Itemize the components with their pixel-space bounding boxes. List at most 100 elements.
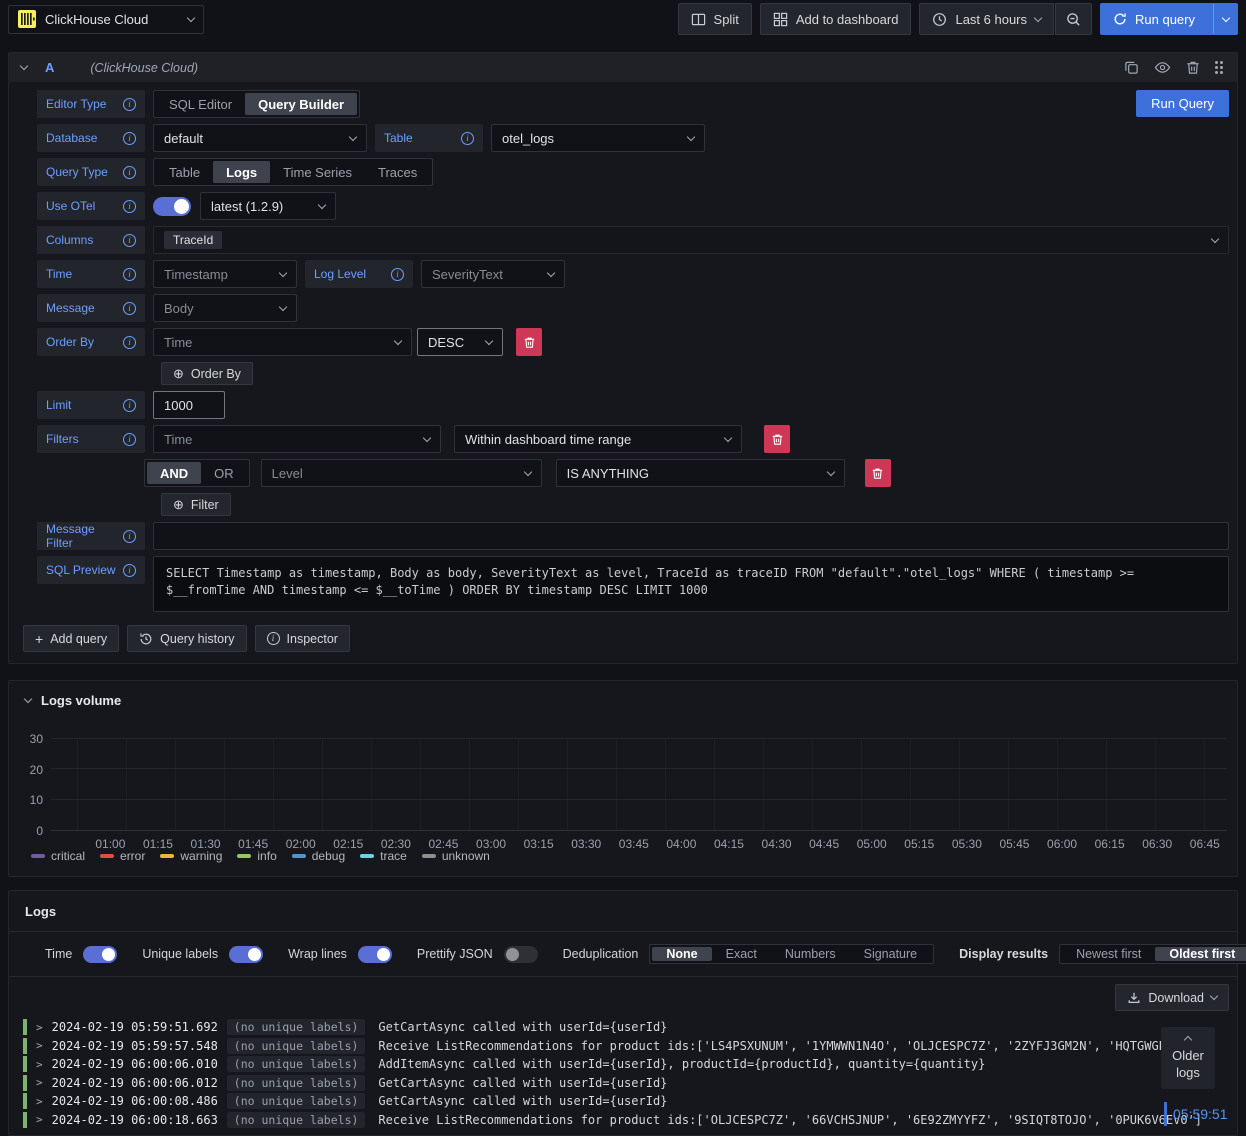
delete-query-icon[interactable] bbox=[1186, 60, 1200, 75]
inspector-button[interactable]: i Inspector bbox=[254, 625, 350, 652]
filter-field-select[interactable]: Time bbox=[153, 425, 441, 453]
option-oldest-first[interactable]: Oldest first bbox=[1155, 947, 1246, 961]
run-query-dropdown[interactable] bbox=[1213, 4, 1237, 34]
info-icon[interactable]: i bbox=[123, 301, 136, 315]
column-chip-traceid[interactable]: TraceId bbox=[164, 231, 223, 249]
info-icon[interactable]: i bbox=[123, 131, 136, 145]
message-filter-input[interactable] bbox=[153, 522, 1229, 550]
log-row[interactable]: >2024-02-19 06:00:08.486 (no unique label… bbox=[23, 1092, 1237, 1111]
option-or[interactable]: OR bbox=[201, 462, 247, 484]
expand-row-icon[interactable]: > bbox=[36, 1058, 43, 1071]
log-row[interactable]: >2024-02-19 06:00:18.663 (no unique label… bbox=[23, 1111, 1237, 1130]
option-sql-editor[interactable]: SQL Editor bbox=[156, 93, 245, 115]
datasource-picker[interactable]: ClickHouse Cloud bbox=[8, 4, 204, 34]
duplicate-query-icon[interactable] bbox=[1124, 60, 1139, 75]
option-exact[interactable]: Exact bbox=[712, 947, 771, 961]
filter-operator-select[interactable]: Within dashboard time range bbox=[454, 425, 742, 453]
time-label: Time i bbox=[37, 260, 145, 288]
option-newest-first[interactable]: Newest first bbox=[1062, 947, 1155, 961]
legend-item-info[interactable]: info bbox=[237, 849, 277, 863]
prettify-json-toggle[interactable] bbox=[503, 945, 538, 963]
info-icon[interactable]: i bbox=[123, 267, 136, 281]
log-level-column-select[interactable]: SeverityText bbox=[421, 260, 565, 288]
legend-item-trace[interactable]: trace bbox=[360, 849, 407, 863]
info-icon[interactable]: i bbox=[123, 563, 136, 577]
table-select[interactable]: otel_logs bbox=[491, 124, 705, 152]
expand-row-icon[interactable]: > bbox=[36, 1076, 43, 1089]
legend-item-critical[interactable]: critical bbox=[31, 849, 85, 863]
log-row[interactable]: >2024-02-19 05:59:51.692 (no unique label… bbox=[23, 1018, 1237, 1037]
option-and[interactable]: AND bbox=[147, 462, 202, 484]
zoom-out-time-button[interactable] bbox=[1055, 3, 1093, 35]
database-select[interactable]: default bbox=[153, 124, 367, 152]
otel-version-select[interactable]: latest (1.2.9) bbox=[200, 192, 336, 220]
remove-order-by-button[interactable] bbox=[516, 328, 542, 356]
use-otel-toggle[interactable] bbox=[153, 196, 191, 216]
query-row-header[interactable]: A (ClickHouse Cloud) bbox=[9, 53, 1237, 82]
hide-response-eye-icon[interactable] bbox=[1154, 60, 1171, 75]
info-icon[interactable]: i bbox=[391, 267, 404, 281]
time-column-select[interactable]: Timestamp bbox=[153, 260, 297, 288]
time-range-picker[interactable]: Last 6 hours bbox=[919, 3, 1055, 35]
option-none[interactable]: None bbox=[652, 947, 712, 961]
datasource-label: ClickHouse Cloud bbox=[45, 11, 149, 27]
order-by-field-select[interactable]: Time bbox=[153, 328, 412, 356]
info-icon[interactable]: i bbox=[123, 398, 136, 412]
time-toggle[interactable] bbox=[83, 945, 118, 963]
unique-labels-toggle[interactable] bbox=[229, 945, 264, 963]
deduplication-label: Deduplication bbox=[562, 947, 639, 961]
info-icon[interactable]: i bbox=[123, 529, 136, 543]
limit-input[interactable] bbox=[153, 391, 225, 419]
drag-handle-icon[interactable] bbox=[1215, 60, 1225, 75]
collapse-volume-icon[interactable] bbox=[23, 694, 33, 704]
older-logs-button[interactable]: Older logs bbox=[1161, 1027, 1215, 1089]
option-traces[interactable]: Traces bbox=[365, 161, 430, 183]
legend-item-error[interactable]: error bbox=[100, 849, 145, 863]
log-row[interactable]: >2024-02-19 06:00:06.010 (no unique label… bbox=[23, 1055, 1237, 1074]
info-icon[interactable]: i bbox=[123, 335, 136, 349]
expand-row-icon[interactable]: > bbox=[36, 1039, 43, 1052]
logs-volume-header[interactable]: Logs volume bbox=[9, 681, 1237, 708]
collapse-query-icon[interactable] bbox=[19, 61, 29, 71]
remove-level-filter-button[interactable] bbox=[864, 459, 891, 487]
wrap-lines-toggle[interactable] bbox=[357, 945, 392, 963]
option-numbers[interactable]: Numbers bbox=[771, 947, 850, 961]
run-query-button[interactable]: Run query bbox=[1100, 3, 1238, 35]
filter-level-operator-select[interactable]: IS ANYTHING bbox=[555, 459, 845, 487]
columns-multiselect[interactable]: TraceId bbox=[153, 226, 1229, 254]
log-row[interactable]: >2024-02-19 05:59:57.548 (no unique label… bbox=[23, 1037, 1237, 1056]
order-direction-select[interactable]: DESC bbox=[417, 328, 503, 356]
expand-row-icon[interactable]: > bbox=[36, 1095, 43, 1108]
option-logs[interactable]: Logs bbox=[213, 161, 271, 183]
expand-row-icon[interactable]: > bbox=[36, 1113, 43, 1126]
info-icon[interactable]: i bbox=[123, 233, 136, 247]
message-column-select[interactable]: Body bbox=[153, 294, 297, 322]
log-row[interactable]: >2024-02-19 06:00:06.012 (no unique label… bbox=[23, 1074, 1237, 1093]
legend-item-unknown[interactable]: unknown bbox=[421, 849, 490, 863]
query-history-button[interactable]: Query history bbox=[127, 625, 247, 652]
legend-label: info bbox=[257, 849, 277, 863]
info-icon[interactable]: i bbox=[123, 97, 136, 111]
grid-line bbox=[518, 739, 520, 830]
remove-filter-button[interactable] bbox=[764, 425, 790, 453]
split-button[interactable]: Split bbox=[677, 3, 752, 35]
download-button[interactable]: Download bbox=[1115, 984, 1229, 1011]
logs-volume-panel: Logs volume 0 10 20 30 01:00 01:15 01:30 01:45… bbox=[8, 680, 1238, 877]
option-table[interactable]: Table bbox=[156, 161, 213, 183]
add-query-button[interactable]: + Add query bbox=[23, 625, 120, 652]
info-icon[interactable]: i bbox=[123, 199, 136, 213]
filter-level-field-select[interactable]: Level bbox=[260, 459, 542, 487]
option-query-builder[interactable]: Query Builder bbox=[245, 93, 358, 115]
legend-item-warning[interactable]: warning bbox=[160, 849, 222, 863]
info-icon[interactable]: i bbox=[123, 165, 136, 179]
option-signature[interactable]: Signature bbox=[850, 947, 932, 961]
info-icon[interactable]: i bbox=[461, 131, 474, 145]
legend-item-debug[interactable]: debug bbox=[291, 849, 345, 863]
add-to-dashboard-button[interactable]: Add to dashboard bbox=[759, 3, 912, 35]
add-order-by-button[interactable]: ⊕ Order By bbox=[161, 362, 253, 385]
add-filter-button[interactable]: ⊕ Filter bbox=[161, 493, 231, 516]
info-icon[interactable]: i bbox=[123, 432, 136, 446]
expand-row-icon[interactable]: > bbox=[36, 1021, 43, 1034]
option-time-series[interactable]: Time Series bbox=[270, 161, 365, 183]
run-query-inline-button[interactable]: Run Query bbox=[1136, 90, 1229, 117]
